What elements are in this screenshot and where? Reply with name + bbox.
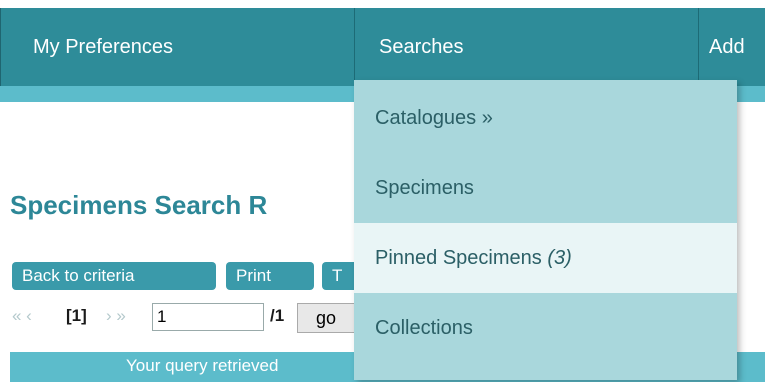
top-strip — [0, 0, 765, 8]
menu-item-label: Specimens — [375, 177, 474, 199]
next-last-page-links[interactable]: › » — [106, 306, 126, 326]
pinned-count: (3) — [547, 247, 572, 269]
menu-item-label: Collections — [375, 317, 473, 339]
menu-item-specimens[interactable]: Specimens — [354, 153, 737, 223]
menu-item-collections[interactable]: Collections — [354, 293, 737, 363]
searches-dropdown-menu: Catalogues » Specimens Pinned Specimens … — [354, 80, 737, 380]
print-button[interactable]: Print — [226, 262, 314, 290]
menu-item-label: Pinned Specimens — [375, 247, 548, 269]
nav-item-my-preferences[interactable]: My Preferences — [9, 8, 355, 86]
back-to-criteria-button[interactable]: Back to criteria — [12, 262, 216, 290]
first-prev-page-links[interactable]: « ‹ — [12, 306, 32, 326]
current-page-indicator: [1] — [66, 306, 87, 325]
page-title: Specimens Search R — [10, 190, 268, 220]
page-total: /1 — [270, 306, 285, 325]
nav-item-searches[interactable]: Searches — [355, 8, 699, 86]
menu-item-catalogues[interactable]: Catalogues » — [354, 83, 737, 153]
go-button[interactable]: go — [297, 303, 355, 333]
menu-item-label: Catalogues » — [375, 107, 493, 129]
page-number-input[interactable] — [152, 303, 264, 331]
main-nav: My Preferences Searches Add — [0, 8, 765, 86]
result-count-text: Your query retrieved — [126, 356, 279, 375]
nav-item-add[interactable]: Add — [699, 8, 765, 86]
menu-item-pinned-specimens[interactable]: Pinned Specimens (3) — [354, 223, 737, 293]
